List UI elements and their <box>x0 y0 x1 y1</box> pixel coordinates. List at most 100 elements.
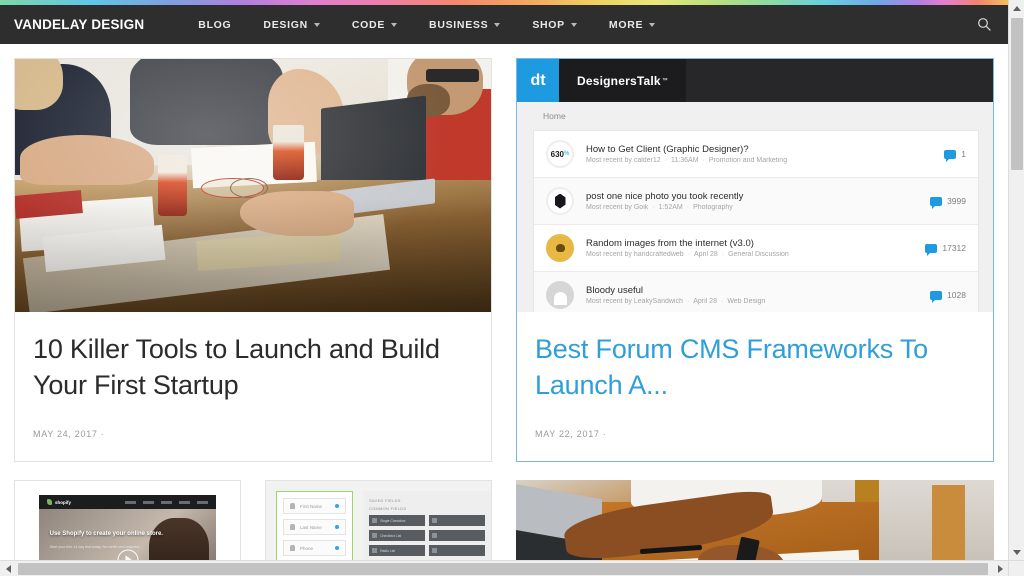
thread-reply-count: 17312 <box>925 243 966 256</box>
post-row-primary: 10 Killer Tools to Launch and Build Your… <box>14 58 994 463</box>
post-card-shopify[interactable]: shopify Use Shopify to create your onlin… <box>14 480 242 560</box>
forum-thread-row[interactable]: 630% How to Get Client (Graphic Designer… <box>534 131 978 178</box>
thread-time: April 28 <box>693 298 717 305</box>
thread-meta: Most recent by Goik · 1:52AM · Photography <box>586 204 733 211</box>
thread-time: 11:36AM <box>671 157 699 164</box>
nav-item-shop[interactable]: SHOP <box>516 19 593 31</box>
video-caption: Use Shopify to create your online store. <box>49 530 163 537</box>
avatar-number: 630 <box>550 149 564 159</box>
thread-title[interactable]: Random images from the internet (v3.0) <box>586 238 915 249</box>
forum-thread-list: 630% How to Get Client (Graphic Designer… <box>533 130 979 312</box>
shopify-nav-placeholder <box>125 501 209 504</box>
nav-item-more[interactable]: MORE <box>593 19 671 31</box>
chevron-down-icon <box>494 22 501 27</box>
nav-item-blog[interactable]: BLOG <box>182 19 247 31</box>
avatar-percent: % <box>564 151 570 157</box>
vertical-scrollbar[interactable] <box>1008 0 1024 560</box>
post-thumbnail-forum[interactable]: dt DesignersTalk ™ Home 630% How to Get … <box>517 59 993 312</box>
comment-bubble-icon <box>930 196 943 209</box>
post-title[interactable]: Best Forum CMS Frameworks To Launch A... <box>535 332 975 403</box>
post-row-secondary: shopify Use Shopify to create your onlin… <box>14 480 994 560</box>
post-card-forum-cms[interactable]: dt DesignersTalk ™ Home 630% How to Get … <box>516 58 994 463</box>
thread-time: April 28 <box>694 251 718 258</box>
palette-item-single-checkbox[interactable]: Single Checkbox <box>369 515 426 527</box>
forum-thread-row[interactable]: Bloody useful Most recent by LeakySandwi… <box>534 272 978 312</box>
scroll-left-button[interactable] <box>0 561 16 576</box>
shopify-topbar: shopify <box>39 495 217 510</box>
search-icon[interactable] <box>977 17 992 32</box>
form-field-phone[interactable]: Phone <box>283 540 347 557</box>
user-icon <box>290 503 296 510</box>
post-card-desk-photo[interactable] <box>516 480 994 560</box>
thread-avatar-cookie <box>546 234 574 262</box>
palette-item-2[interactable] <box>429 515 486 527</box>
horizontal-scroll-thumb[interactable] <box>18 563 988 575</box>
nav-label: CODE <box>351 18 386 31</box>
post-grid: 10 Killer Tools to Launch and Build Your… <box>0 44 1008 560</box>
post-card-form-builder[interactable]: First Name Last Name Phone SAVED FIELDS … <box>265 480 493 560</box>
thread-avatar-hex <box>546 187 574 215</box>
chevron-down-icon <box>570 22 577 27</box>
reply-number: 1 <box>961 149 966 159</box>
post-title[interactable]: 10 Killer Tools to Launch and Build Your… <box>33 332 473 403</box>
nav-item-code[interactable]: CODE <box>336 19 413 31</box>
phone-icon <box>290 545 296 552</box>
field-label: Phone <box>300 545 314 551</box>
forum-thread-row[interactable]: Random images from the internet (v3.0) M… <box>534 225 978 272</box>
thread-title[interactable]: How to Get Client (Graphic Designer)? <box>586 144 934 155</box>
forum-brand-name: DesignersTalk <box>577 73 661 88</box>
vertical-scroll-thumb[interactable] <box>1011 18 1023 170</box>
thread-author: Most recent by handcraftedweb <box>586 251 684 258</box>
nav-item-business[interactable]: BUSINESS <box>413 19 516 31</box>
post-thumbnail-meeting[interactable] <box>15 59 491 312</box>
shopify-leaf-icon <box>47 499 52 506</box>
palette-item-6[interactable] <box>429 545 486 557</box>
thread-time: 1:52AM <box>658 204 683 211</box>
nav-label: MORE <box>608 18 644 31</box>
palette-label: Single Checkbox <box>380 518 406 523</box>
nav-label: SHOP <box>532 18 565 31</box>
reply-number: 3999 <box>947 196 966 206</box>
nav-label: BLOG <box>198 18 232 31</box>
thread-reply-count: 3999 <box>930 196 966 209</box>
palette-item-radio-list[interactable]: Radio List <box>369 545 426 557</box>
reply-number: 17312 <box>942 243 966 253</box>
shopify-wordmark: shopify <box>55 499 72 505</box>
post-card-body: Best Forum CMS Frameworks To Launch A...… <box>517 312 993 461</box>
video-subtext: Start your free 14 day trial today. No c… <box>49 545 141 550</box>
palette-item-4[interactable] <box>429 530 486 542</box>
form-builder-screenshot: First Name Last Name Phone SAVED FIELDS … <box>266 481 492 560</box>
thread-author: Most recent by Goik <box>586 204 649 211</box>
designerstalk-screenshot: dt DesignersTalk ™ Home 630% How to Get … <box>517 59 993 312</box>
scroll-up-button[interactable] <box>1009 0 1024 16</box>
post-date: MAY 22, 2017 · <box>535 429 607 440</box>
scroll-right-button[interactable] <box>992 561 1008 576</box>
site-brand-logo[interactable]: VANDELAY DESIGN <box>14 17 144 32</box>
palette-item-checkbox-list[interactable]: Checkbox List <box>369 530 426 542</box>
reply-number: 1028 <box>947 290 966 300</box>
post-card-startup-tools[interactable]: 10 Killer Tools to Launch and Build Your… <box>14 58 492 463</box>
main-navigation: BLOG DESIGN CODE BUSINESS SHOP MORE <box>182 19 671 31</box>
horizontal-scrollbar[interactable] <box>0 560 1024 576</box>
forum-thread-row[interactable]: post one nice photo you took recently Mo… <box>534 178 978 225</box>
form-field-first-name[interactable]: First Name <box>283 498 347 515</box>
common-fields-header: COMMON FIELDS <box>369 507 407 512</box>
scroll-down-button[interactable] <box>1009 544 1024 560</box>
thread-avatar-placeholder <box>546 281 574 309</box>
thread-title[interactable]: post one nice photo you took recently <box>586 191 920 202</box>
chevron-down-icon <box>649 22 656 27</box>
thread-author: Most recent by LeakySandwich <box>586 298 683 305</box>
thread-title[interactable]: Bloody useful <box>586 285 920 296</box>
trademark-mark: ™ <box>661 77 668 84</box>
forum-topbar: dt DesignersTalk ™ <box>517 59 993 102</box>
nav-item-design[interactable]: DESIGN <box>247 19 335 31</box>
form-field-last-name[interactable]: Last Name <box>283 519 347 536</box>
thread-meta: Most recent by handcraftedweb · April 28 · G… <box>586 251 789 258</box>
chevron-down-icon <box>313 22 320 27</box>
shopify-video-thumbnail[interactable]: shopify Use Shopify to create your onlin… <box>39 495 217 560</box>
thread-category: General Discussion <box>728 251 789 258</box>
forum-breadcrumb: Home <box>517 102 993 130</box>
thread-meta: Most recent by calder12 · 11:36AM · Promotio… <box>586 157 788 164</box>
browser-viewport: VANDELAY DESIGN BLOG DESIGN CODE BUSINES… <box>0 0 1024 576</box>
form-builder-palette: SAVED FIELDS COMMON FIELDS Single Checkb… <box>363 491 492 560</box>
